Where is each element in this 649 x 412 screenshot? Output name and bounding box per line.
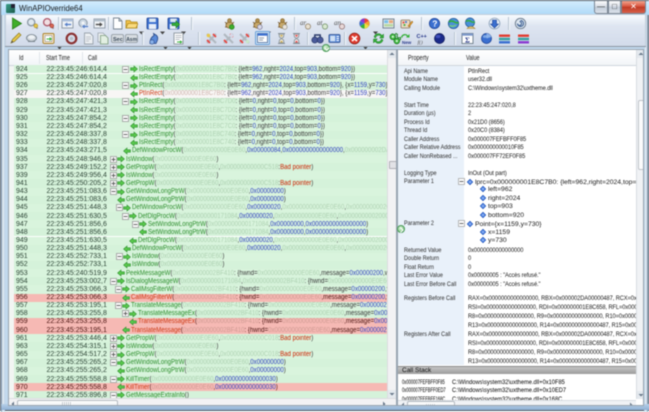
svg-text:Σ: Σ (465, 36, 470, 45)
svg-text:Asm: Asm (126, 37, 137, 43)
svg-text:?: ? (432, 18, 437, 28)
svg-text:Sec: Sec (113, 37, 123, 43)
svg-text:New: New (402, 40, 412, 45)
svg-text:f(): f() (418, 39, 423, 45)
